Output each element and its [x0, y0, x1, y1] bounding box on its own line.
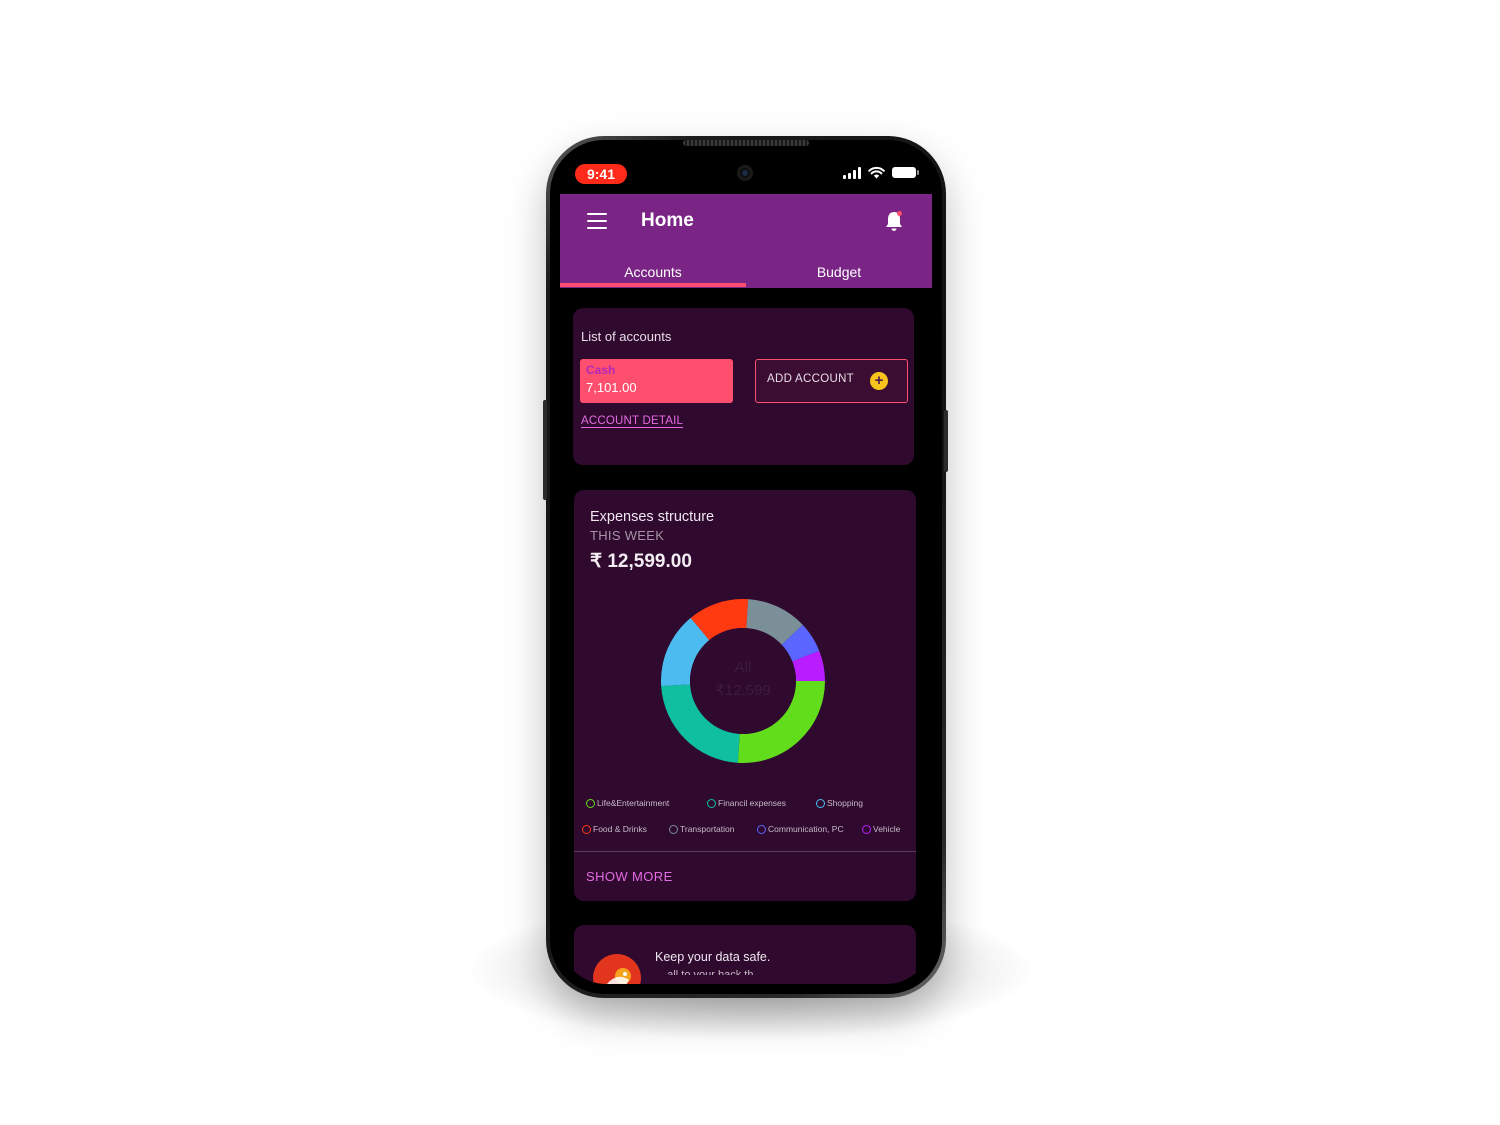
legend-label: Communication, PC	[768, 824, 844, 834]
cash-account-tile[interactable]: Cash 7,101.00	[580, 359, 733, 403]
legend-ring-icon	[707, 798, 716, 808]
account-detail-link[interactable]: ACCOUNT DETAIL	[581, 415, 683, 427]
wifi-icon	[868, 166, 885, 179]
legend-label: Shopping	[827, 798, 863, 808]
legend-ring-icon	[669, 824, 678, 834]
legend-ring-icon	[816, 798, 825, 808]
page-title: Home	[641, 210, 694, 231]
expenses-period: THIS WEEK	[590, 528, 665, 543]
mockup-stage: 9:41 Home Accounts Budget List of accoun…	[0, 0, 1500, 1125]
accounts-card: List of accounts Cash 7,101.00 ADD ACCOU…	[573, 308, 914, 465]
active-tab-indicator	[560, 283, 746, 287]
donut-center-title: All	[734, 659, 752, 676]
expenses-total: ₹ 12,599.00	[590, 551, 692, 572]
legend-label: Life&Entertainment	[597, 798, 670, 808]
signal-icon	[843, 166, 861, 179]
legend-item: Life&Entertainment	[586, 798, 669, 808]
card-divider	[574, 851, 916, 852]
phone-screen: 9:41 Home Accounts Budget List of accoun…	[560, 148, 932, 984]
status-time: 9:41	[575, 164, 627, 184]
legend-item: Food & Drinks	[582, 824, 647, 834]
add-account-label: ADD ACCOUNT	[767, 373, 855, 385]
accounts-card-title: List of accounts	[581, 329, 672, 344]
show-more-button[interactable]: SHOW MORE	[586, 869, 673, 884]
legend-ring-icon	[582, 824, 591, 834]
expenses-card: Expenses structure THIS WEEK ₹ 12,599.00…	[574, 490, 916, 901]
legend-ring-icon	[757, 824, 766, 834]
account-name: Cash	[586, 363, 616, 377]
legend-item: Transportation	[669, 824, 735, 834]
data-safe-card[interactable]: Keep your data safe. ... all to your bac…	[574, 925, 916, 984]
donut-center-value: ₹12,599	[715, 682, 771, 699]
account-balance: 7,101.00	[586, 380, 637, 395]
speaker-grille	[683, 140, 809, 146]
legend-item: Shopping	[816, 798, 863, 808]
donut-center-label: All ₹12,599	[661, 599, 825, 763]
legend-item: Vehicle	[862, 824, 900, 834]
battery-icon	[892, 167, 919, 178]
legend-item: Financil expenses	[707, 798, 786, 808]
tab-budget[interactable]: Budget	[746, 264, 932, 280]
expenses-title: Expenses structure	[590, 509, 715, 525]
data-safe-title: Keep your data safe.	[655, 950, 771, 964]
front-camera	[737, 165, 753, 181]
legend-label: Vehicle	[873, 824, 901, 834]
tab-accounts[interactable]: Accounts	[560, 264, 746, 280]
notification-bell-icon[interactable]	[884, 210, 904, 232]
legend-ring-icon	[586, 798, 595, 808]
legend-item: Communication, PC	[757, 824, 844, 834]
legend-ring-icon	[862, 824, 871, 834]
volume-button	[543, 400, 547, 500]
bird-mascot-icon	[593, 954, 641, 984]
app-header: Home Accounts Budget	[560, 194, 932, 288]
add-account-button[interactable]: ADD ACCOUNT +	[755, 359, 908, 403]
legend-label: Financil expenses	[718, 798, 787, 808]
plus-icon: +	[870, 372, 888, 390]
power-button	[944, 410, 948, 472]
menu-icon[interactable]	[587, 213, 607, 229]
legend-label: Transportation	[680, 824, 735, 834]
data-safe-subtitle: ... all to your back th...	[655, 969, 763, 975]
status-icons	[843, 166, 919, 179]
legend-label: Food & Drinks	[593, 824, 647, 834]
